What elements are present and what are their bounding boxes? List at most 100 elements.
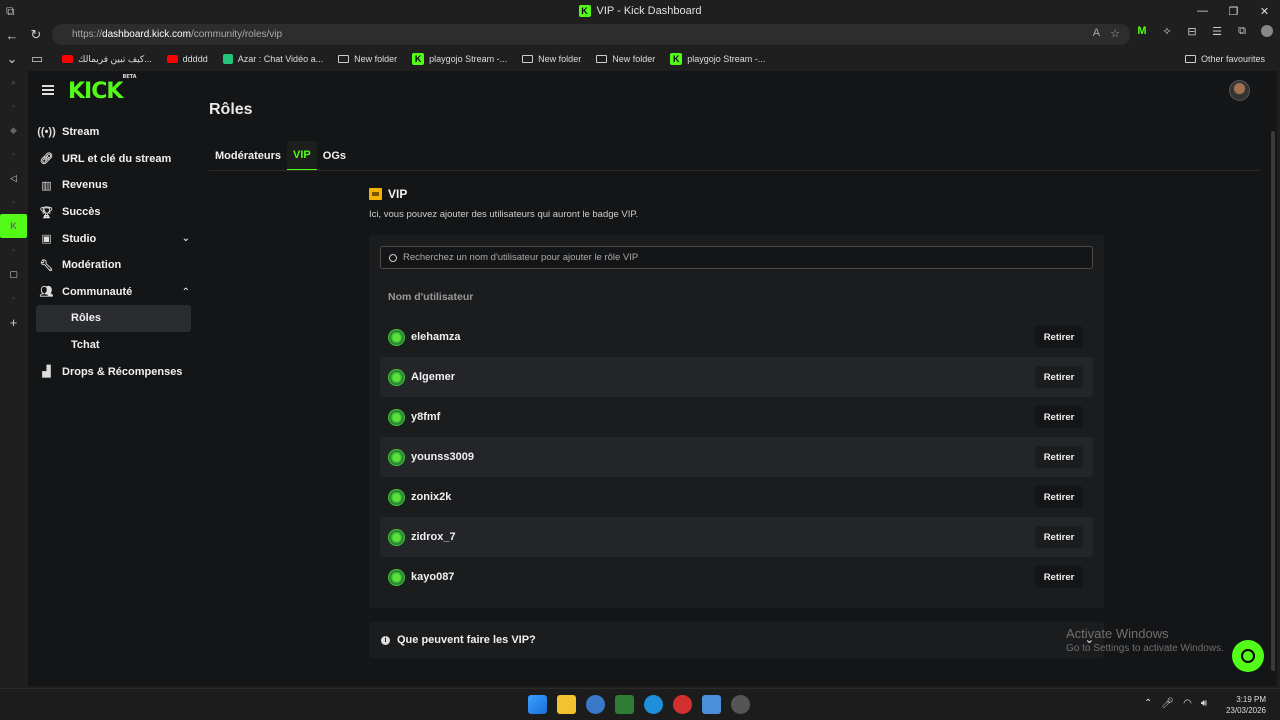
profile-avatar[interactable]	[1261, 25, 1273, 37]
remove-button[interactable]: Retirer	[1035, 366, 1083, 388]
scrollbar-thumb[interactable]	[1271, 131, 1275, 671]
bookmark-item[interactable]: Kplaygojo Stream -...	[670, 53, 765, 65]
support-chat-button[interactable]	[1232, 640, 1264, 672]
windows-taskbar: ⌃ 🎤︎ ◠ 🔊︎ 3:19 PM 23/03/2026	[0, 688, 1280, 720]
search-input[interactable]: Recherchez un nom d'utilisateur pour ajo…	[380, 246, 1093, 269]
extension-m-icon[interactable]: M	[1136, 25, 1148, 37]
sidebar-item-moderation[interactable]: 🔧︎ Modération	[28, 252, 198, 279]
url-field[interactable]: https://dashboard.kick.com/community/rol…	[52, 24, 1130, 45]
kick-logo[interactable]: KICKBETA	[68, 74, 137, 104]
sidebar-item-tchat[interactable]: Tchat	[36, 332, 191, 359]
remove-button[interactable]: Retirer	[1035, 406, 1083, 428]
rail-icon[interactable]: ◦	[0, 238, 27, 262]
clock-time: 3:19 PM	[1236, 695, 1266, 704]
sidebar-item-stream[interactable]: ((•)) Stream	[28, 119, 198, 146]
remove-button[interactable]: Retirer	[1035, 486, 1083, 508]
bookmark-item[interactable]: ddddd	[166, 54, 208, 64]
rail-icon[interactable]: ◦	[0, 286, 27, 310]
favourites-icon[interactable]: ☰	[1211, 25, 1223, 38]
rail-icon[interactable]: ◦	[0, 142, 27, 166]
rail-audio-icon[interactable]: ◁	[0, 166, 27, 190]
sidebar-item-stream-url-key[interactable]: 🔗︎ URL et clé du stream	[28, 146, 198, 173]
bookmark-item[interactable]: Azar : Chat Vidéo a...	[222, 54, 323, 64]
tab-actions-icon[interactable]: ▭	[24, 47, 50, 71]
collections-icon[interactable]: ⧉	[1236, 25, 1248, 37]
chevron-up-icon[interactable]: ⌃	[182, 287, 190, 298]
username[interactable]: Algemer	[411, 371, 455, 383]
chevron-down-icon[interactable]: ⌄	[182, 233, 190, 244]
youtube-icon	[62, 55, 73, 63]
vip-panel: Recherchez un nom d'utilisateur pour ajo…	[369, 235, 1104, 608]
faq-label: Que peuvent faire les VIP?	[397, 634, 536, 646]
minimize-button[interactable]: —	[1187, 0, 1218, 22]
window-menu-icon[interactable]: ⧉	[6, 4, 20, 18]
user-avatar[interactable]	[1229, 80, 1250, 101]
rail-search-icon[interactable]: ⌕	[0, 70, 27, 94]
sidebar: ((•)) Stream 🔗︎ URL et clé du stream ▥ Reve…	[28, 119, 198, 385]
app-red-icon[interactable]	[673, 695, 692, 714]
bookmark-item[interactable]: كيف تبين فريمالك...	[62, 54, 152, 65]
rail-window-icon[interactable]: ▢	[0, 262, 27, 286]
tab-ogs[interactable]: OGs	[317, 141, 352, 171]
rail-kick-icon[interactable]: K	[0, 214, 27, 238]
terminal-app-icon[interactable]	[615, 695, 634, 714]
back-button[interactable]: ←	[0, 23, 24, 47]
watermark-line1: Activate Windows	[1066, 626, 1169, 641]
taskbar-clock[interactable]: 3:19 PM 23/03/2026	[1222, 694, 1266, 716]
volume-icon[interactable]: 🔊︎	[1201, 698, 1207, 709]
username[interactable]: elehamza	[411, 331, 461, 343]
drops-icon: ▟	[42, 366, 51, 379]
photos-icon[interactable]	[702, 695, 721, 714]
refresh-button[interactable]: ↻	[24, 23, 48, 47]
remove-button[interactable]: Retirer	[1035, 446, 1083, 468]
rail-icon[interactable]: ◦	[0, 190, 27, 214]
vip-faq-accordion[interactable]: i Que peuvent faire les VIP? ⌄	[369, 622, 1104, 658]
favourite-star-icon[interactable]: ☆	[1110, 27, 1120, 40]
kick-tab-icon: K	[578, 5, 591, 17]
read-aloud-icon[interactable]: A	[1093, 27, 1100, 40]
sidebar-item-roles[interactable]: Rôles	[36, 305, 191, 332]
microphone-icon[interactable]: 🎤︎	[1161, 698, 1174, 709]
extensions-icon[interactable]: ✧	[1161, 25, 1173, 38]
globe-app-icon[interactable]	[586, 695, 605, 714]
tab-moderateurs[interactable]: Modérateurs	[209, 141, 287, 171]
other-favourites[interactable]: Other favourites	[1184, 54, 1265, 64]
file-explorer-icon[interactable]	[557, 695, 576, 714]
rail-icon[interactable]: ◦	[0, 94, 27, 118]
bookmark-item[interactable]: New folder	[338, 54, 397, 64]
sidebar-item-drops[interactable]: ▟ Drops & Récompenses	[28, 358, 198, 385]
page-scrollbar[interactable]	[1269, 71, 1277, 686]
remove-button[interactable]: Retirer	[1035, 566, 1083, 588]
bookmark-item[interactable]: New folder	[522, 54, 581, 64]
sidebar-item-label: Tchat	[71, 339, 100, 352]
split-screen-icon[interactable]: ⊟	[1186, 25, 1198, 38]
chevron-up-icon[interactable]: ⌃	[1144, 698, 1152, 709]
sidebar-item-succes[interactable]: 🏆︎ Succès	[28, 199, 198, 226]
rail-games-icon[interactable]: ◆	[0, 118, 27, 142]
username[interactable]: zidrox_7	[411, 531, 456, 543]
bookmark-item[interactable]: New folder	[596, 54, 655, 64]
sidebar-item-label: Rôles	[71, 312, 101, 325]
sidebar-item-communaute[interactable]: 👥︎ Communauté ⌃	[28, 279, 198, 306]
settings-icon[interactable]	[731, 695, 750, 714]
vip-user-list: elehamza Retirer Algemer Retirer y8fmf Reti…	[380, 317, 1093, 597]
start-icon[interactable]	[528, 695, 547, 714]
wifi-icon[interactable]: ◠	[1183, 698, 1192, 709]
edge-icon[interactable]	[644, 695, 663, 714]
tab-vip[interactable]: VIP	[287, 141, 317, 171]
close-window-button[interactable]: ✕	[1249, 0, 1280, 22]
remove-button[interactable]: Retirer	[1035, 326, 1083, 348]
bookmark-item[interactable]: Kplaygojo Stream -...	[412, 53, 507, 65]
remove-button[interactable]: Retirer	[1035, 526, 1083, 548]
username[interactable]: younss3009	[411, 451, 474, 463]
sidebar-item-revenus[interactable]: ▥ Revenus	[28, 172, 198, 199]
restore-button[interactable]: ❐	[1218, 0, 1249, 22]
sidebar-item-studio[interactable]: ▣ Studio ⌄	[28, 225, 198, 252]
username[interactable]: kayo087	[411, 571, 454, 583]
username[interactable]: y8fmf	[411, 411, 440, 423]
chevron-down-icon[interactable]: ⌄	[0, 47, 24, 71]
hamburger-menu-icon[interactable]	[42, 85, 54, 95]
address-bar-row: ← ↻ https://dashboard.kick.com/community…	[0, 22, 1280, 48]
rail-add-icon[interactable]: +	[0, 310, 27, 334]
username[interactable]: zonix2k	[411, 491, 451, 503]
